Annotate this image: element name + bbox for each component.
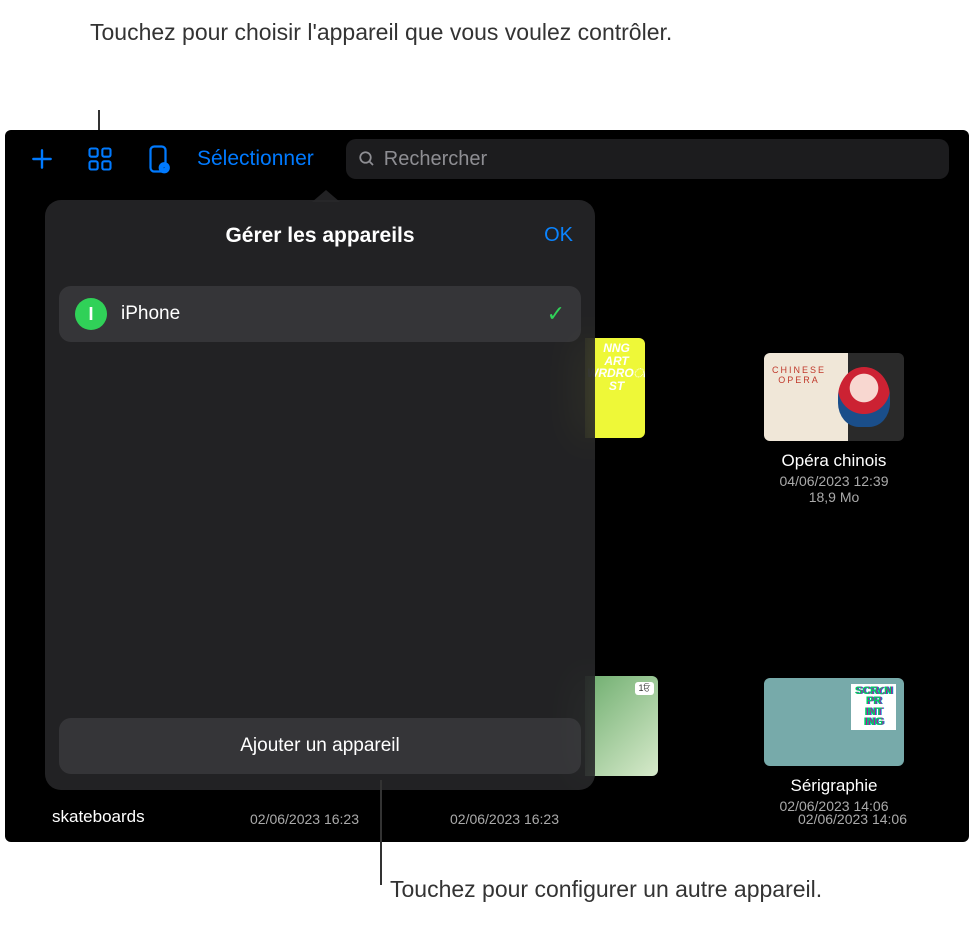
item-date: 04/06/2023 12:39	[759, 473, 909, 489]
callout-line	[380, 780, 382, 885]
device-play-button[interactable]	[131, 137, 185, 181]
thumbnail	[764, 353, 904, 441]
select-button[interactable]: Sélectionner	[189, 147, 322, 171]
search-icon	[358, 150, 376, 168]
checkmark-icon: ✓	[547, 301, 565, 327]
callout-choose-device: Touchez pour choisir l'appareil que vous…	[90, 18, 672, 48]
search-field[interactable]	[346, 139, 949, 179]
manage-devices-popover: Gérer les appareils OK I iPhone ✓ Ajoute…	[45, 200, 595, 790]
apps-grid-button[interactable]	[73, 137, 127, 181]
ok-button[interactable]: OK	[544, 224, 573, 247]
thumbnail	[764, 678, 904, 766]
item-title: Opéra chinois	[759, 451, 909, 471]
item-title: Sérigraphie	[759, 776, 909, 796]
popover-header: Gérer les appareils OK	[45, 200, 595, 248]
add-device-button[interactable]: Ajouter un appareil	[59, 718, 581, 774]
device-name-label: iPhone	[121, 303, 547, 325]
app-screenshot: Sélectionner Opéra chinois 04/06/2023 12…	[5, 130, 969, 842]
item-date: 02/06/2023 16:23	[250, 811, 359, 827]
item-date: 02/06/2023 14:06	[798, 811, 907, 827]
add-button[interactable]	[15, 137, 69, 181]
grid-item-serigraphie[interactable]: Sérigraphie 02/06/2023 14:06	[759, 678, 909, 814]
device-badge: I	[75, 298, 107, 330]
grid-item-peek[interactable]	[585, 676, 658, 776]
toolbar: Sélectionner	[5, 130, 969, 188]
item-date: 02/06/2023 16:23	[450, 811, 559, 827]
callout-add-device: Touchez pour configurer un autre apparei…	[390, 875, 822, 905]
device-row-iphone[interactable]: I iPhone ✓	[59, 286, 581, 342]
grid-item-opera[interactable]: Opéra chinois 04/06/2023 12:39 18,9 Mo	[759, 353, 909, 505]
item-title: skateboards	[52, 807, 145, 827]
item-size: 18,9 Mo	[759, 489, 909, 505]
search-input[interactable]	[384, 148, 937, 171]
popover-title: Gérer les appareils	[45, 224, 595, 248]
